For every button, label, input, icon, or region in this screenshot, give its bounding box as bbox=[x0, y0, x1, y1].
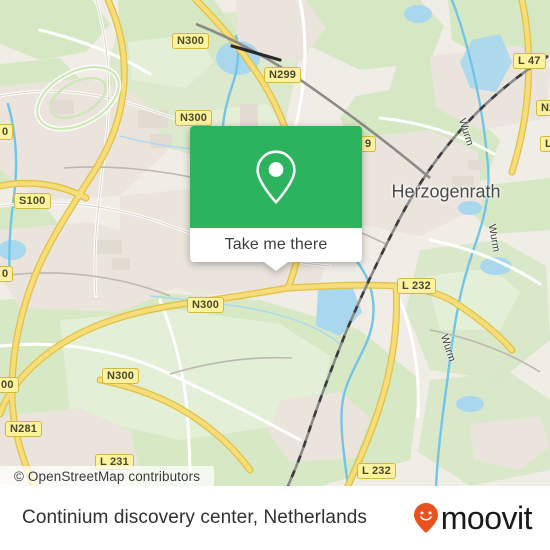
footer-bar: Continium discovery center, Netherlands … bbox=[0, 486, 550, 550]
popup-cta[interactable]: Take me there bbox=[190, 228, 362, 271]
road-shield: N299 bbox=[264, 67, 302, 83]
location-title: Continium discovery center, Netherlands bbox=[22, 507, 368, 528]
road-shield: N300 bbox=[102, 368, 140, 384]
screenshot-root: Herzogenrath Wurm Wurm Wurm N300 N299 N3… bbox=[0, 0, 550, 550]
road-shield-edge: 9 bbox=[360, 136, 377, 152]
map-label-place: Herzogenrath bbox=[391, 181, 501, 202]
road-shield: N300 bbox=[172, 33, 210, 49]
moovit-smiley-pin-icon bbox=[413, 503, 438, 533]
road-shield: N300 bbox=[187, 297, 225, 313]
road-shield: S100 bbox=[14, 193, 51, 209]
road-shield-edge: L bbox=[540, 136, 550, 152]
road-shield: N281 bbox=[5, 421, 43, 437]
road-shield: L 232 bbox=[357, 463, 396, 479]
popup-icon-area bbox=[190, 126, 362, 228]
moovit-wordmark: moovit bbox=[440, 500, 533, 536]
road-shield-edge: 00 bbox=[0, 377, 19, 393]
road-shield-edge: 0 bbox=[0, 266, 14, 282]
location-popup-card[interactable]: Take me there bbox=[190, 126, 362, 271]
map-pin-icon bbox=[256, 150, 296, 205]
road-shield: N300 bbox=[175, 110, 213, 126]
road-shield: L 232 bbox=[397, 278, 436, 294]
popup-cta-label: Take me there bbox=[224, 236, 328, 253]
road-shield-edge: N2 bbox=[536, 100, 550, 116]
popup-pointer bbox=[264, 262, 288, 271]
road-shield-edge: 0 bbox=[0, 124, 14, 140]
moovit-logo[interactable]: moovit bbox=[413, 500, 533, 536]
road-shield: L 47 bbox=[513, 53, 546, 69]
